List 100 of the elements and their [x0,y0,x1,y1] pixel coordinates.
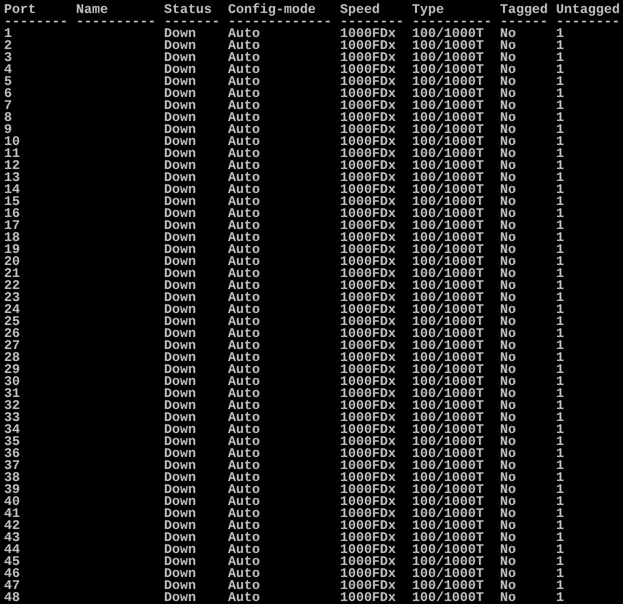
table-cell: 36 [4,448,20,460]
table-cell: Auto [228,544,260,556]
table-cell: Down [164,376,196,388]
table-cell: 1 [556,424,564,436]
table-cell: No [500,508,516,520]
table-cell: No [500,304,516,316]
table-cell: No [500,448,516,460]
table-cell: 11 [4,148,20,160]
table-cell: 100/1000T [412,76,484,88]
table-cell: 1 [556,520,564,532]
table-cell: 1000FDx [340,484,396,496]
table-cell: Down [164,580,196,592]
table-cell: 1 [556,352,564,364]
table-cell: 7 [4,100,12,112]
table-cell: 1 [556,580,564,592]
table-cell: 1 [556,64,564,76]
table-cell: Down [164,496,196,508]
table-cell: 1000FDx [340,412,396,424]
table-cell: Down [164,244,196,256]
table-cell: 1000FDx [340,472,396,484]
table-cell: No [500,400,516,412]
table-cell: 22 [4,280,20,292]
table-cell: 1000FDx [340,544,396,556]
table-cell: Down [164,112,196,124]
table-cell: 1 [556,88,564,100]
table-cell: Auto [228,484,260,496]
table-cell: 1000FDx [340,172,396,184]
table-cell: 1000FDx [340,508,396,520]
table-cell: No [500,40,516,52]
table-cell: Down [164,268,196,280]
table-cell: No [500,496,516,508]
table-cell: 1000FDx [340,520,396,532]
table-cell: 1 [556,28,564,40]
table-cell: Auto [228,352,260,364]
table-cell: Auto [228,208,260,220]
table-cell: 1 [556,340,564,352]
table-cell: 100/1000T [412,496,484,508]
table-cell: 1 [556,472,564,484]
table-cell: Down [164,532,196,544]
table-cell: 1000FDx [340,76,396,88]
table-cell: Down [164,232,196,244]
table-cell: 1000FDx [340,292,396,304]
table-cell: 1000FDx [340,268,396,280]
table-cell: 25 [4,316,20,328]
table-cell: 1 [556,136,564,148]
table-cell: 6 [4,88,12,100]
table-cell: 37 [4,460,20,472]
table-cell: No [500,148,516,160]
table-cell: 19 [4,244,20,256]
table-cell: 100/1000T [412,40,484,52]
table-cell: 46 [4,568,20,580]
table-cell: 2 [4,40,12,52]
table-cell: Down [164,40,196,52]
table-cell: 1 [556,436,564,448]
table-cell: 42 [4,520,20,532]
table-cell: Auto [228,556,260,568]
table-cell: Auto [228,448,260,460]
table-cell: No [500,556,516,568]
table-cell: Auto [228,568,260,580]
table-cell: 24 [4,304,20,316]
table-cell: No [500,484,516,496]
column-header: Name [76,4,108,16]
table-cell: Auto [228,124,260,136]
table-cell: 100/1000T [412,436,484,448]
table-cell: Auto [228,196,260,208]
table-cell: 47 [4,580,20,592]
table-cell: 1 [556,232,564,244]
table-cell: Down [164,64,196,76]
table-cell: 100/1000T [412,28,484,40]
table-cell: 100/1000T [412,364,484,376]
table-cell: Down [164,340,196,352]
table-cell: 1000FDx [340,400,396,412]
table-cell: No [500,124,516,136]
table-cell: Down [164,472,196,484]
table-cell: No [500,388,516,400]
table-cell: 1000FDx [340,436,396,448]
table-cell: No [500,328,516,340]
table-cell: 1000FDx [340,256,396,268]
table-cell: 1000FDx [340,448,396,460]
table-cell: 1 [556,268,564,280]
table-cell: No [500,256,516,268]
table-cell: Auto [228,388,260,400]
table-cell: No [500,520,516,532]
table-cell: 100/1000T [412,388,484,400]
table-cell: Down [164,484,196,496]
table-cell: 28 [4,352,20,364]
table-cell: 100/1000T [412,292,484,304]
table-cell: Auto [228,52,260,64]
table-cell: Down [164,52,196,64]
table-cell: Down [164,328,196,340]
table-cell: 1 [556,412,564,424]
table-cell: No [500,208,516,220]
table-cell: 4 [4,64,12,76]
table-cell: 32 [4,400,20,412]
table-cell: 1 [556,448,564,460]
table-cell: Down [164,508,196,520]
header-underline: ------ [500,16,548,28]
column-header: Config-mode [228,4,316,16]
table-cell: 1 [556,328,564,340]
table-cell: Down [164,88,196,100]
